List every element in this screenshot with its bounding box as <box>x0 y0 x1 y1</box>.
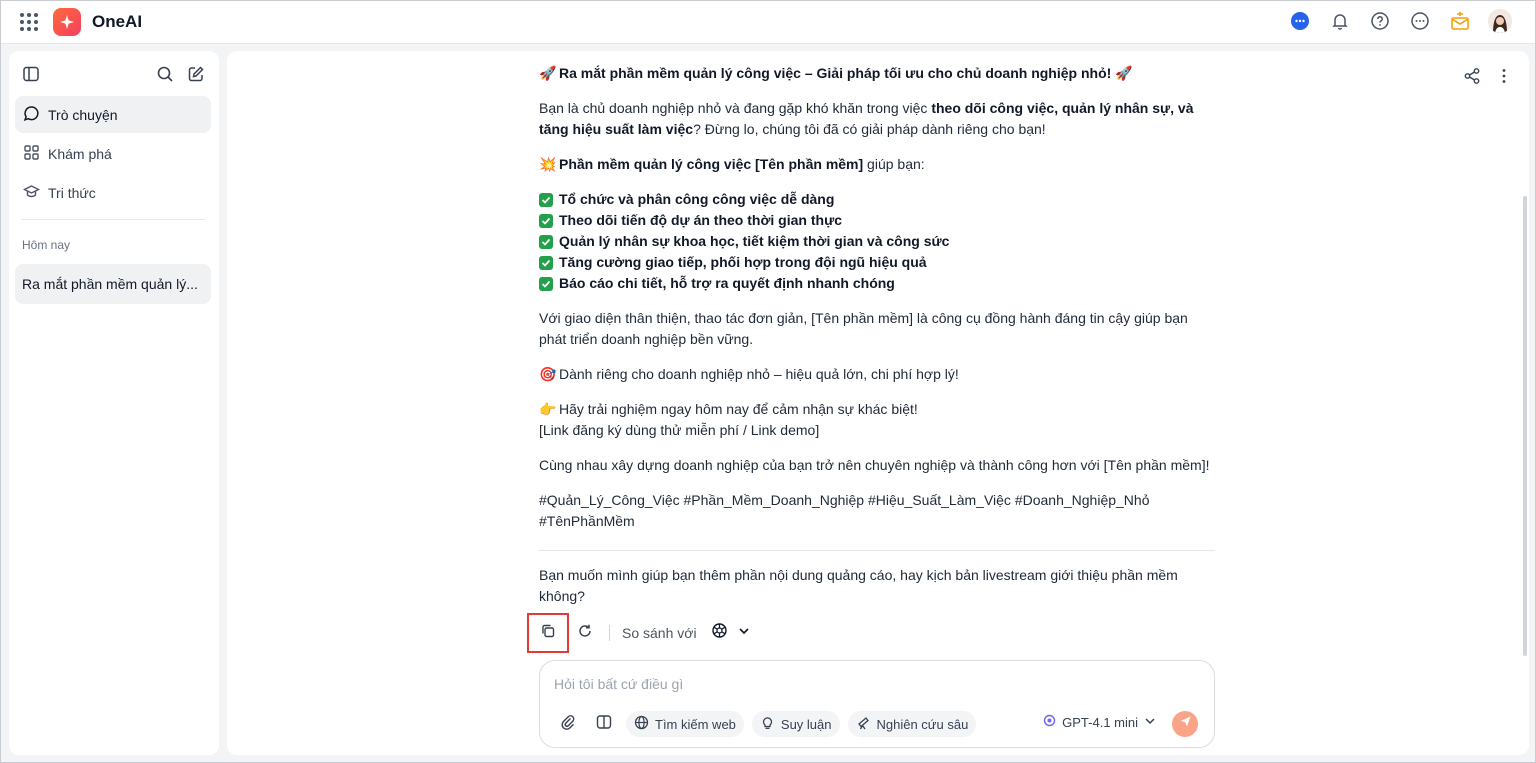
assistant-message: 🚀 Ra mắt phần mềm quản lý công việc – Giả… <box>539 63 1215 621</box>
rocket-icon: 🚀 <box>539 65 557 81</box>
model-selector[interactable]: GPT-4.1 mini <box>1043 714 1156 730</box>
telescope-icon <box>856 715 871 733</box>
mail-gift-icon[interactable] <box>1448 9 1472 33</box>
compare-label: So sánh với <box>622 625 697 641</box>
chip-label: Suy luận <box>780 716 832 732</box>
canvas-button[interactable] <box>590 710 618 738</box>
refresh-icon <box>577 623 593 644</box>
sidebar-nav: Trò chuyện Khám phá Tri thức <box>15 96 211 213</box>
scrollbar[interactable] <box>1523 196 1527 656</box>
composer-tools: Tìm kiếm web Suy luận Nghiên cứu sâu <box>554 710 977 738</box>
chat-icon <box>23 105 40 125</box>
message-title: 🚀 Ra mắt phần mềm quản lý công việc – Giả… <box>539 63 1215 84</box>
sidebar-toggle-icon[interactable] <box>22 65 40 88</box>
sidebar-item-explore[interactable]: Khám phá <box>15 135 211 172</box>
history-section-label: Hôm nay <box>22 238 71 252</box>
hashtags: #Quản_Lý_Công_Việc #Phần_Mềm_Doanh_Nghiệ… <box>539 492 1150 529</box>
apps-grid-icon[interactable] <box>20 13 38 31</box>
sidebar-item-chat[interactable]: Trò chuyện <box>15 96 211 133</box>
sidebar-item-label: Tri thức <box>48 184 96 201</box>
oneai-logo-icon <box>53 8 81 36</box>
grid-icon <box>23 144 40 164</box>
web-search-chip[interactable]: Tìm kiếm web <box>626 711 744 737</box>
top-bar: OneAI <box>0 0 1536 44</box>
together-paragraph: Cùng nhau xây dựng doanh nghiệp của bạn … <box>539 457 1210 473</box>
target-icon: 🎯 <box>539 366 557 382</box>
reasoning-chip[interactable]: Suy luận <box>751 711 840 737</box>
chevron-down-icon <box>738 624 750 642</box>
lightbulb-icon <box>760 715 775 733</box>
brand-name: OneAI <box>92 12 143 31</box>
compare-model-select[interactable] <box>711 622 750 644</box>
regenerate-button[interactable] <box>573 621 597 645</box>
help-icon[interactable] <box>1368 9 1392 33</box>
send-icon <box>1179 715 1192 733</box>
check-icon <box>539 234 553 249</box>
list-item: Tăng cường giao tiếp, phối hợp trong đội… <box>539 252 1215 273</box>
list-item: Báo cáo chi tiết, hỗ trợ ra quyết định n… <box>539 273 1215 294</box>
sidebar-item-label: Trò chuyện <box>48 106 118 123</box>
bell-icon[interactable] <box>1328 9 1352 33</box>
model-sparkle-icon <box>1043 714 1056 730</box>
kebab-menu-icon[interactable] <box>1495 67 1513 90</box>
toolbar-separator <box>609 625 610 641</box>
check-icon <box>539 192 553 207</box>
interface-paragraph: Với giao diện thân thiện, thao tác đơn g… <box>539 310 1188 347</box>
signup-link-placeholder: [Link đăng ký dùng thử miễn phí / Link d… <box>539 422 820 438</box>
chip-label: Tìm kiếm web <box>655 716 736 732</box>
chip-label: Nghiên cứu sâu <box>876 716 969 732</box>
search-icon[interactable] <box>156 65 174 88</box>
message-toolbar: So sánh với <box>527 613 750 653</box>
sidebar-item-label: Khám phá <box>48 145 112 162</box>
graduation-cap-icon <box>22 183 41 203</box>
deep-research-chip[interactable]: Nghiên cứu sâu <box>847 711 977 737</box>
conversation-actions <box>1463 67 1513 90</box>
list-item: Tổ chức và phân công công việc dễ dàng <box>539 189 1215 210</box>
sidebar: Trò chuyện Khám phá Tri thức Hôm nay Ra … <box>9 51 219 755</box>
feature-heading: 💥 Phần mềm quản lý công việc [Tên phần mề… <box>539 154 1215 175</box>
send-button[interactable] <box>1172 711 1198 737</box>
feature-checklist: Tổ chức và phân công công việc dễ dàng T… <box>539 189 1215 294</box>
copy-button[interactable] <box>527 613 569 653</box>
sidebar-divider <box>22 219 205 220</box>
chevron-down-icon <box>1144 715 1156 730</box>
list-item: Theo dõi tiến độ dự án theo thời gian th… <box>539 210 1215 231</box>
attach-button[interactable] <box>554 710 582 738</box>
model-name: GPT-4.1 mini <box>1062 714 1138 730</box>
check-icon <box>539 276 553 291</box>
openai-icon <box>711 622 728 644</box>
try-paragraph: 👉 Hãy trải nghiệm ngay hôm nay để cảm nhậ… <box>539 401 918 438</box>
intro-paragraph: Bạn là chủ doanh nghiệp nhỏ và đang gặp … <box>539 100 1194 137</box>
more-circle-icon[interactable] <box>1408 9 1432 33</box>
rocket-icon: 🚀 <box>1115 65 1133 81</box>
sidebar-tools <box>9 63 219 87</box>
followup-question: Bạn muốn mình giúp bạn thêm phần nội dun… <box>539 567 1178 604</box>
target-paragraph: 🎯 Dành riêng cho doanh nghiệp nhỏ – hiệu … <box>539 364 1215 385</box>
check-icon <box>539 255 553 270</box>
messenger-icon[interactable] <box>1288 9 1312 33</box>
sparkle-icon: 💥 <box>539 156 557 172</box>
composer: Tìm kiếm web Suy luận Nghiên cứu sâu GPT… <box>539 660 1215 748</box>
list-item: Quản lý nhân sự khoa học, tiết kiệm thời… <box>539 231 1215 252</box>
globe-icon <box>634 715 649 733</box>
share-icon[interactable] <box>1463 67 1481 90</box>
pointing-hand-icon: 👉 <box>539 401 557 417</box>
paperclip-icon <box>560 714 576 735</box>
message-divider <box>539 550 1215 551</box>
top-icons <box>1288 9 1512 33</box>
check-icon <box>539 213 553 228</box>
new-chat-icon[interactable] <box>187 65 205 88</box>
history-item[interactable]: Ra mắt phần mềm quản lý... <box>15 264 211 304</box>
sidebar-item-knowledge[interactable]: Tri thức <box>15 174 211 211</box>
chat-input[interactable] <box>554 673 1194 695</box>
user-avatar[interactable] <box>1488 9 1512 33</box>
copy-icon <box>540 623 556 644</box>
split-panel-icon <box>596 714 612 735</box>
chat-main: 🚀 Ra mắt phần mềm quản lý công việc – Giả… <box>227 51 1529 755</box>
